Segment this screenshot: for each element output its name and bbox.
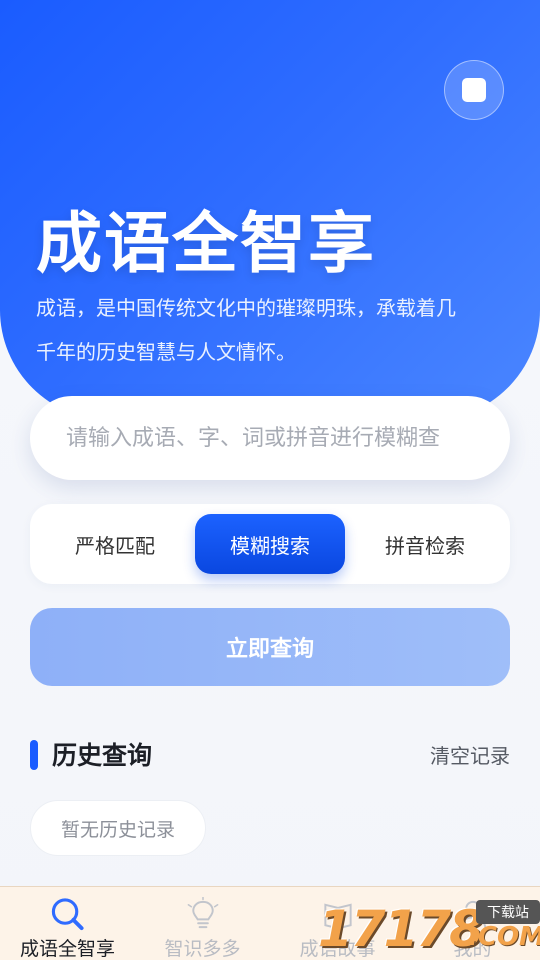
- watermark-suffix: .COM: [468, 922, 540, 952]
- mode-fuzzy-search[interactable]: 模糊搜索: [195, 514, 345, 574]
- menu-button[interactable]: [444, 60, 504, 120]
- watermark-logo: 17178 下载站 .COM: [318, 896, 540, 960]
- search-input[interactable]: [66, 425, 474, 451]
- search-icon: [51, 898, 84, 931]
- nav-item-idiom-home[interactable]: 成语全智享: [0, 887, 135, 960]
- search-mode-tabs: 严格匹配 模糊搜索 拼音检索: [30, 504, 510, 584]
- watermark-number: 17178: [318, 900, 484, 958]
- nav-label: 成语全智享: [19, 938, 115, 960]
- nav-item-knowledge[interactable]: 智识多多: [135, 887, 270, 960]
- app-screen: 成语全智享 成语，是中国传统文化中的璀璨明珠，承载着几千年的历史智慧与人文情怀。…: [0, 0, 540, 960]
- history-accent-bar: [30, 740, 38, 770]
- nav-label: 智识多多: [164, 938, 241, 960]
- clear-history-button[interactable]: 清空记录: [430, 740, 510, 769]
- hero-description: 成语，是中国传统文化中的璀璨明珠，承载着几千年的历史智慧与人文情怀。: [36, 296, 456, 364]
- hero-banner: 成语全智享 成语，是中国传统文化中的璀璨明珠，承载着几千年的历史智慧与人文情怀。: [0, 0, 540, 420]
- history-title: 历史查询: [52, 741, 153, 770]
- query-button[interactable]: 立即查询: [30, 608, 510, 686]
- hero-title: 成语全智享: [36, 205, 376, 282]
- history-empty-chip: 暂无历史记录: [30, 800, 206, 856]
- mode-strict-match[interactable]: 严格匹配: [40, 514, 190, 574]
- search-box[interactable]: [30, 396, 510, 480]
- mode-pinyin-search[interactable]: 拼音检索: [350, 514, 500, 574]
- watermark-tag: 下载站: [476, 900, 540, 924]
- lightbulb-icon: [187, 897, 218, 929]
- square-icon: [462, 78, 486, 102]
